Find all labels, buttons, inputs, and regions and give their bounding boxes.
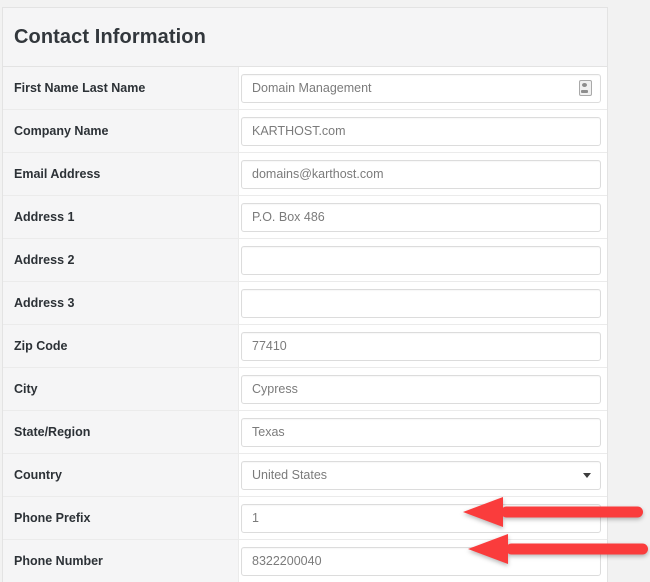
form-row-phone-number: Phone Number 8322200040 <box>3 540 607 582</box>
form-row-zip-code: Zip Code 77410 <box>3 325 607 368</box>
input-first-name-last-name[interactable]: Domain Management <box>241 73 601 103</box>
select-country[interactable]: United States <box>241 460 601 490</box>
value-phone-prefix: 1 <box>252 511 259 525</box>
input-city[interactable]: Cypress <box>241 374 601 404</box>
value-first-name-last-name: Domain Management <box>252 81 372 95</box>
contact-card-icon[interactable] <box>579 80 592 96</box>
input-address-3[interactable] <box>241 288 601 318</box>
field-cell-address-3 <box>239 282 607 324</box>
page-title: Contact Information <box>14 25 206 48</box>
contact-form: First Name Last Name Domain Management Com… <box>3 67 607 582</box>
label-first-name-last-name: First Name Last Name <box>3 67 239 109</box>
field-cell-email-address: domains@karthost.com <box>239 153 607 195</box>
label-country: Country <box>3 454 239 496</box>
field-cell-address-1: P.O. Box 486 <box>239 196 607 238</box>
chevron-down-icon[interactable] <box>583 473 591 478</box>
form-row-email-address: Email Address domains@karthost.com <box>3 153 607 196</box>
input-zip-code[interactable]: 77410 <box>241 331 601 361</box>
label-phone-number: Phone Number <box>3 540 239 582</box>
label-email-address: Email Address <box>3 153 239 195</box>
value-state-region: Texas <box>252 425 285 439</box>
form-row-address-1: Address 1 P.O. Box 486 <box>3 196 607 239</box>
field-cell-phone-number: 8322200040 <box>239 540 607 582</box>
contact-information-panel: Contact Information First Name Last Name… <box>2 7 608 582</box>
form-row-company-name: Company Name KARTHOST.com <box>3 110 607 153</box>
label-phone-prefix: Phone Prefix <box>3 497 239 539</box>
field-cell-state-region: Texas <box>239 411 607 453</box>
input-company-name[interactable]: KARTHOST.com <box>241 116 601 146</box>
field-cell-first-name-last-name: Domain Management <box>239 67 607 109</box>
form-row-country: Country United States <box>3 454 607 497</box>
input-email-address[interactable]: domains@karthost.com <box>241 159 601 189</box>
label-city: City <box>3 368 239 410</box>
input-state-region[interactable]: Texas <box>241 417 601 447</box>
label-address-1: Address 1 <box>3 196 239 238</box>
value-city: Cypress <box>252 382 298 396</box>
field-cell-city: Cypress <box>239 368 607 410</box>
form-row-state-region: State/Region Texas <box>3 411 607 454</box>
form-row-phone-prefix: Phone Prefix 1 <box>3 497 607 540</box>
form-row-first-name-last-name: First Name Last Name Domain Management <box>3 67 607 110</box>
label-state-region: State/Region <box>3 411 239 453</box>
value-country: United States <box>252 468 328 482</box>
input-address-2[interactable] <box>241 245 601 275</box>
form-row-address-2: Address 2 <box>3 239 607 282</box>
value-zip-code: 77410 <box>252 339 287 353</box>
value-company-name: KARTHOST.com <box>252 124 346 138</box>
form-row-city: City Cypress <box>3 368 607 411</box>
value-address-1: P.O. Box 486 <box>252 210 325 224</box>
value-phone-number: 8322200040 <box>252 554 322 568</box>
field-cell-phone-prefix: 1 <box>239 497 607 539</box>
value-email-address: domains@karthost.com <box>252 167 384 181</box>
label-address-3: Address 3 <box>3 282 239 324</box>
label-address-2: Address 2 <box>3 239 239 281</box>
field-cell-zip-code: 77410 <box>239 325 607 367</box>
label-zip-code: Zip Code <box>3 325 239 367</box>
input-phone-prefix[interactable]: 1 <box>241 503 601 533</box>
input-address-1[interactable]: P.O. Box 486 <box>241 202 601 232</box>
field-cell-country: United States <box>239 454 607 496</box>
label-company-name: Company Name <box>3 110 239 152</box>
form-row-address-3: Address 3 <box>3 282 607 325</box>
field-cell-address-2 <box>239 239 607 281</box>
panel-header: Contact Information <box>3 8 607 67</box>
field-cell-company-name: KARTHOST.com <box>239 110 607 152</box>
input-phone-number[interactable]: 8322200040 <box>241 546 601 576</box>
